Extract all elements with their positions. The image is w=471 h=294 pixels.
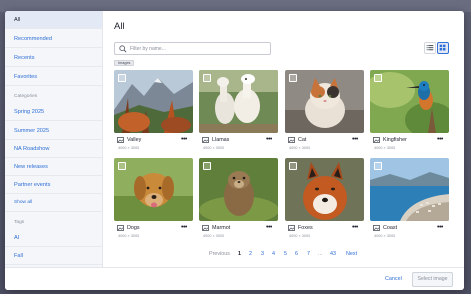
pagination-previous[interactable]: Previous [209,251,230,257]
card-title: Cat [298,137,307,143]
pagination-page-4[interactable]: 4 [272,251,275,257]
sidebar-item-tag-ai[interactable]: AI [5,229,102,247]
card-title: Coast [383,225,398,231]
tags-heading: Tags [14,220,25,225]
sidebar-item-all[interactable]: All [5,11,102,29]
pagination-page-5[interactable]: 5 [284,251,287,257]
pagination-page-2[interactable]: 2 [249,251,252,257]
card-title: Dogs [127,225,140,231]
card-title: Marmot [212,225,231,231]
more-options-icon[interactable]: ••• [266,136,272,143]
select-checkbox[interactable] [374,162,382,170]
search-placeholder: Filter by name... [130,46,166,52]
image-card-foxes[interactable]: Foxes 4000 × 3000 ••• [285,158,364,241]
pagination-page-6[interactable]: 6 [295,251,298,257]
image-icon [117,137,124,143]
image-icon [202,225,209,231]
select-checkbox[interactable] [118,162,126,170]
pagination-page-1[interactable]: 1 [238,251,241,257]
categories-heading: Categories [14,94,38,99]
select-checkbox[interactable] [203,162,211,170]
card-dimensions: 4000 × 3000 [289,146,311,150]
card-dimensions: 4000 × 3000 [374,146,396,150]
card-dimensions: 4000 × 3000 [203,234,225,238]
grid-view-button[interactable] [437,42,449,54]
card-title: Foxes [298,225,313,231]
pagination-next[interactable]: Next [346,251,357,257]
sidebar-item-new-releases[interactable]: New releases [5,158,102,176]
select-checkbox[interactable] [203,74,211,82]
pagination-page-7[interactable]: 7 [307,251,310,257]
image-icon [373,225,380,231]
dialog-footer: Cancel Select image [5,267,464,290]
sidebar: All Recommended Recents Favorites Catego… [5,11,103,267]
select-checkbox[interactable] [289,74,297,82]
search-icon [119,45,127,53]
sidebar-item-recommended[interactable]: Recommended [5,30,102,48]
image-icon [117,225,124,231]
image-card-cat[interactable]: Cat 4000 × 3000 ••• [285,70,364,153]
card-dimensions: 4000 × 3000 [203,146,225,150]
card-title: Kingfisher [383,137,407,143]
more-options-icon[interactable]: ••• [181,136,187,143]
card-dimensions: 4000 × 3000 [118,234,140,238]
sidebar-item-spring-2025[interactable]: Spring 2025 [5,103,102,121]
select-image-button[interactable]: Select image [412,272,453,287]
pagination-page-3[interactable]: 3 [261,251,264,257]
more-options-icon[interactable]: ••• [181,224,187,231]
sidebar-item-favorites[interactable]: Favorites [5,68,102,86]
image-picker-dialog: All Recommended Recents Favorites Catego… [5,11,464,290]
image-card-coast[interactable]: Coast 4000 × 3000 ••• [370,158,449,241]
select-checkbox[interactable] [374,74,382,82]
more-options-icon[interactable]: ••• [352,136,358,143]
search-input[interactable]: Filter by name... [114,42,271,55]
main-panel: All Filter by name... Images Valley 4000… [103,11,464,267]
more-options-icon[interactable]: ••• [266,224,272,231]
more-options-icon[interactable]: ••• [437,136,443,143]
card-dimensions: 4000 × 3000 [118,146,140,150]
more-options-icon[interactable]: ••• [352,224,358,231]
images-type-badge: Images [114,60,135,66]
list-view-icon [426,45,434,51]
grid-view-icon [439,44,446,51]
image-icon [373,137,380,143]
sidebar-item-na-roadshow[interactable]: NA Roadshow [5,140,102,158]
sidebar-item-recents[interactable]: Recents [5,49,102,67]
image-card-kingfisher[interactable]: Kingfisher 4000 × 3000 ••• [370,70,449,153]
image-icon [288,137,295,143]
cancel-button[interactable]: Cancel [385,276,402,282]
list-view-button[interactable] [424,42,436,54]
card-dimensions: 4000 × 3000 [374,234,396,238]
card-title: Llamas [212,137,230,143]
card-dimensions: 4000 × 3000 [289,234,311,238]
more-options-icon[interactable]: ••• [437,224,443,231]
image-icon [202,137,209,143]
pagination-ellipsis: ... [318,251,323,257]
page-title: All [114,21,125,32]
sidebar-item-partner-events[interactable]: Partner events [5,176,102,194]
image-icon [288,225,295,231]
sidebar-item-tag-fall[interactable]: Fall [5,247,102,265]
select-checkbox[interactable] [118,74,126,82]
show-all-link[interactable]: Show all [5,194,102,212]
image-card-llamas[interactable]: Llamas 4000 × 3000 ••• [199,70,278,153]
sidebar-item-summer-2025[interactable]: Summer 2025 [5,122,102,140]
image-card-dogs[interactable]: Dogs 4000 × 3000 ••• [114,158,193,241]
card-title: Valley [127,137,142,143]
pagination-page-last[interactable]: 43 [330,251,336,257]
image-card-valley[interactable]: Valley 4000 × 3000 ••• [114,70,193,153]
select-checkbox[interactable] [289,162,297,170]
image-card-marmot[interactable]: Marmot 4000 × 3000 ••• [199,158,278,241]
